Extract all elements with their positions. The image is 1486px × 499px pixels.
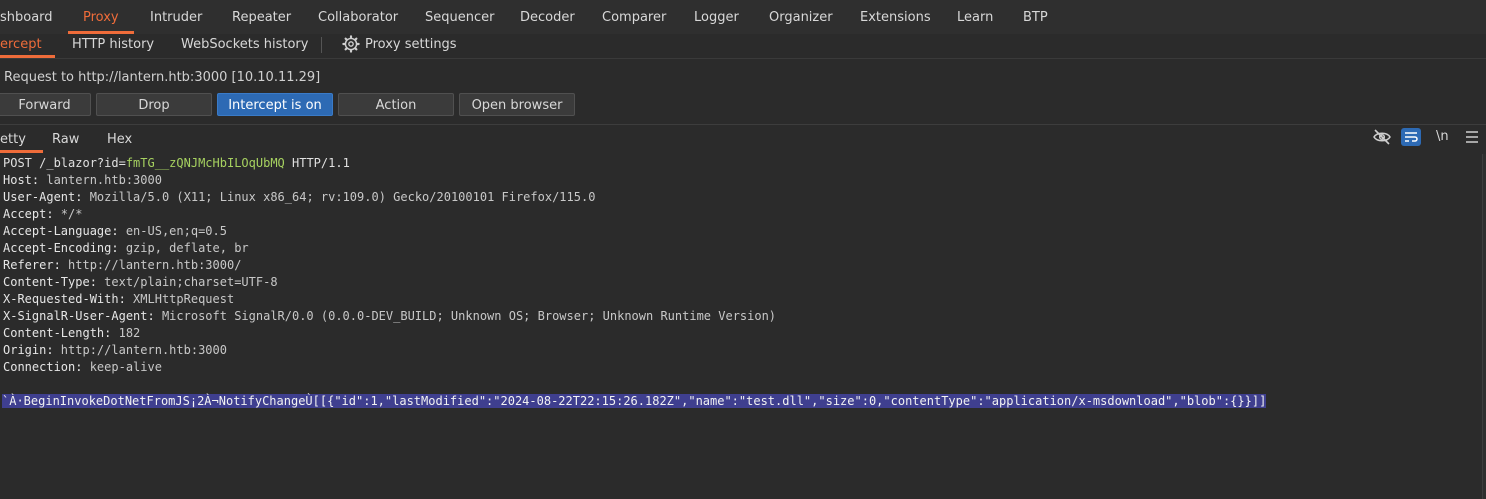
gear-icon[interactable]: [342, 35, 360, 53]
tab-decoder[interactable]: Decoder: [520, 10, 575, 25]
tab-sequencer[interactable]: Sequencer: [425, 10, 494, 25]
tab-http-history[interactable]: HTTP history: [72, 37, 154, 52]
hide-eye-icon[interactable]: [1372, 128, 1392, 146]
wrap-lines-icon[interactable]: [1401, 128, 1421, 146]
newline-toggle[interactable]: \n: [1436, 129, 1449, 144]
tab-raw[interactable]: Raw: [52, 132, 79, 147]
request-line: POST /_blazor?id=fmTG__zQNJMcHbILOqUbMQ …: [3, 156, 350, 170]
editor-scrollbar[interactable]: [1482, 154, 1486, 499]
request-id-param: fmTG__zQNJMcHbILOqUbMQ: [125, 156, 285, 170]
tab-learn[interactable]: Learn: [957, 10, 993, 25]
tab-proxy[interactable]: Proxy: [83, 10, 119, 25]
tab-extensions[interactable]: Extensions: [860, 10, 931, 25]
tab-dashboard[interactable]: shboard: [0, 10, 53, 25]
tab-collaborator[interactable]: Collaborator: [318, 10, 398, 25]
active-subtab-indicator: [0, 55, 55, 58]
header-line: Accept: */*: [3, 207, 83, 221]
panel-divider: [0, 124, 1486, 125]
top-nav-bar: shboard Proxy Intruder Repeater Collabor…: [0, 0, 1486, 35]
tab-separator: [321, 37, 322, 53]
intercept-toggle-button[interactable]: Intercept is on: [217, 93, 333, 116]
tab-logger[interactable]: Logger: [694, 10, 739, 25]
header-line: Origin: http://lantern.htb:3000: [3, 343, 227, 357]
tab-intruder[interactable]: Intruder: [150, 10, 202, 25]
header-line: Content-Type: text/plain;charset=UTF-8: [3, 275, 278, 289]
proxy-sub-nav: ercept HTTP history WebSockets history P…: [0, 34, 1486, 59]
open-browser-button[interactable]: Open browser: [459, 93, 575, 116]
request-editor[interactable]: POST /_blazor?id=fmTG__zQNJMcHbILOqUbMQ …: [0, 154, 1482, 497]
header-line: Host: lantern.htb:3000: [3, 173, 162, 187]
tab-btp[interactable]: BTP: [1023, 10, 1048, 25]
menu-icon[interactable]: [1462, 128, 1482, 146]
tab-intercept[interactable]: ercept: [0, 37, 42, 52]
forward-button[interactable]: Forward: [0, 93, 91, 116]
header-line: Content-Length: 182: [3, 326, 141, 340]
tab-repeater[interactable]: Repeater: [232, 10, 291, 25]
request-body: `À·BeginInvokeDotNetFromJS¡2À¬NotifyChan…: [2, 393, 1267, 410]
tab-hex[interactable]: Hex: [107, 132, 132, 147]
drop-button[interactable]: Drop: [96, 93, 212, 116]
tab-comparer[interactable]: Comparer: [602, 10, 666, 25]
header-line: Accept-Encoding: gzip, deflate, br: [3, 241, 249, 255]
header-line: Accept-Language: en-US,en;q=0.5: [3, 224, 227, 238]
request-target-label: Request to http://lantern.htb:3000 [10.1…: [4, 70, 321, 85]
action-button[interactable]: Action: [338, 93, 454, 116]
header-line: X-Requested-With: XMLHttpRequest: [3, 292, 235, 306]
tab-websockets-history[interactable]: WebSockets history: [181, 37, 308, 52]
header-line: Referer: http://lantern.htb:3000/: [3, 258, 242, 272]
active-editor-tab-indicator: [0, 150, 43, 153]
tab-pretty[interactable]: etty: [0, 132, 26, 147]
tab-organizer[interactable]: Organizer: [769, 10, 833, 25]
selected-body-text: `À·BeginInvokeDotNetFromJS¡2À¬NotifyChan…: [2, 394, 1267, 408]
header-line: X-SignalR-User-Agent: Microsoft SignalR/…: [3, 309, 777, 323]
header-line: User-Agent: Mozilla/5.0 (X11; Linux x86_…: [3, 190, 596, 204]
proxy-settings-link[interactable]: Proxy settings: [365, 37, 457, 52]
header-line: Connection: keep-alive: [3, 360, 162, 374]
